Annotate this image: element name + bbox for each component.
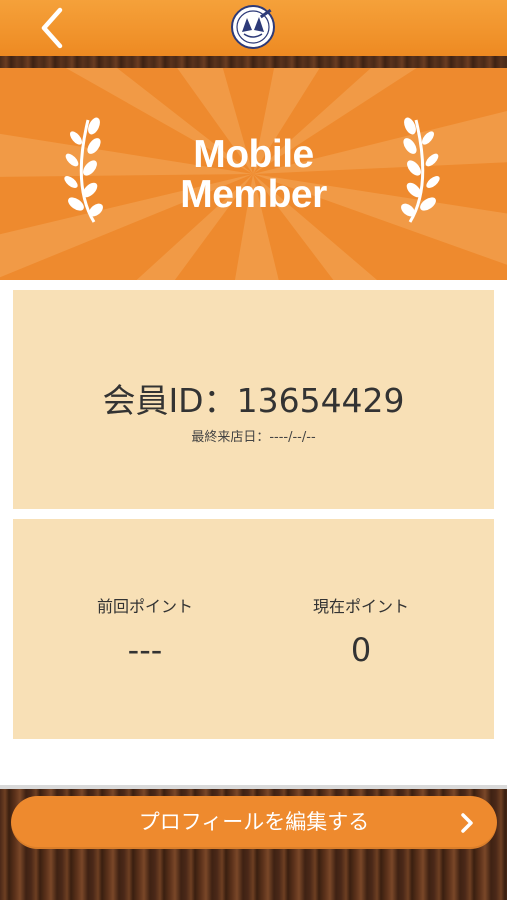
- laurel-branch-icon: [401, 117, 440, 223]
- back-button[interactable]: [28, 4, 78, 52]
- current-points-value: 0: [350, 631, 372, 669]
- current-points: 現在ポイント 0: [251, 593, 471, 669]
- previous-points: 前回ポイント ---: [35, 593, 255, 669]
- wood-divider: [0, 56, 507, 68]
- points-card: 前回ポイント --- 現在ポイント 0: [13, 519, 494, 739]
- member-id-card: 会員ID：13654429 最終来店日：----/--/--: [13, 290, 494, 509]
- previous-points-value: ---: [127, 631, 163, 669]
- edit-profile-label: プロフィールを編集する: [138, 810, 370, 834]
- member-id-text: 会員ID：13654429: [102, 381, 405, 420]
- current-points-label: 現在ポイント: [312, 597, 409, 616]
- hero-banner: Mobile Member: [0, 68, 507, 280]
- hero-divider: [0, 280, 507, 288]
- app-header: [0, 0, 507, 56]
- chevron-left-icon: [41, 7, 63, 49]
- edit-profile-button[interactable]: プロフィールを編集する: [11, 796, 497, 849]
- previous-points-label: 前回ポイント: [96, 597, 193, 616]
- chevron-right-icon: [461, 813, 473, 833]
- club-logo: [228, 4, 278, 50]
- last-visit-text: 最終来店日：----/--/--: [191, 430, 316, 445]
